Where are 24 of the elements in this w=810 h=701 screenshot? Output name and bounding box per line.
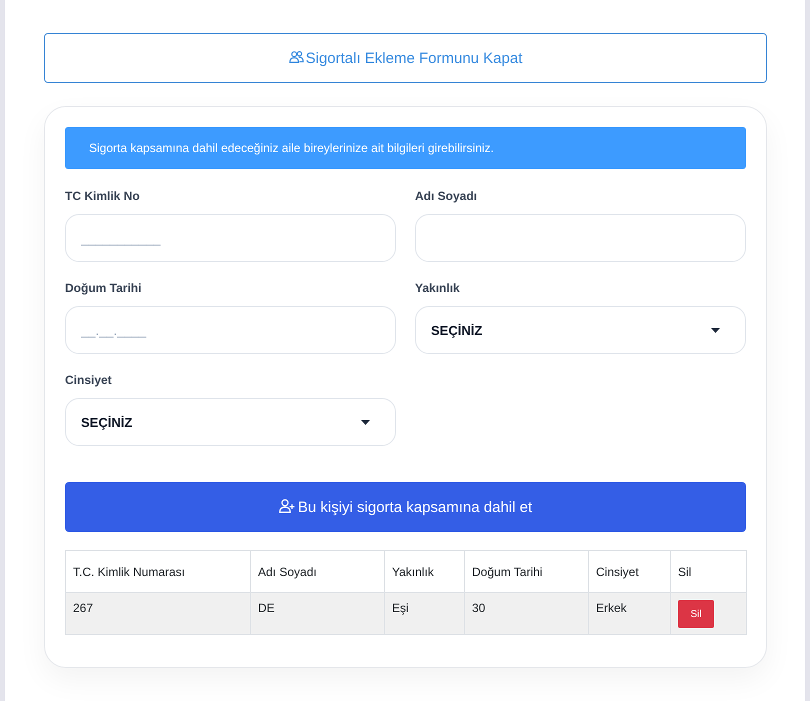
cell-text: 30	[472, 601, 486, 615]
text-input-field[interactable]: __.__.____	[65, 306, 396, 354]
select-field[interactable]: SEÇİNİZ	[65, 398, 396, 446]
field-label: TC Kimlik No	[65, 189, 141, 203]
cell-text: Erkek	[596, 601, 627, 615]
field-label: Cinsiyet	[65, 373, 113, 387]
user-plus-icon	[278, 499, 295, 513]
field-label: Doğum Tarihi	[65, 281, 142, 295]
field-label: Yakınlık	[415, 281, 461, 295]
submit-button[interactable]: Bu kişiyi sigorta kapsamına dahil et	[65, 482, 746, 532]
cell-text: DE	[258, 601, 275, 615]
column-header: T.C. Kimlik Numarası	[66, 550, 250, 592]
toggle-form-button[interactable]: Sigortalı Ekleme Formunu Kapat	[44, 33, 767, 83]
info-banner: Sigorta kapsamına dahil edeceğiniz aile bireylerinize ait bilgileri girebilirsiniz.	[65, 127, 746, 169]
select-field[interactable]: SEÇİNİZ	[415, 306, 746, 354]
text-input-field[interactable]	[415, 214, 746, 262]
text-input-field[interactable]: ___________	[65, 214, 396, 262]
cell-text: 267	[73, 601, 94, 615]
users-icon	[288, 50, 304, 62]
field-label: Adı Soyadı	[415, 189, 478, 203]
delete-button[interactable]: Sil	[678, 600, 714, 628]
caret-down-icon	[711, 328, 720, 332]
caret-down-icon	[361, 420, 370, 424]
cell-text: Eşi	[392, 601, 409, 615]
